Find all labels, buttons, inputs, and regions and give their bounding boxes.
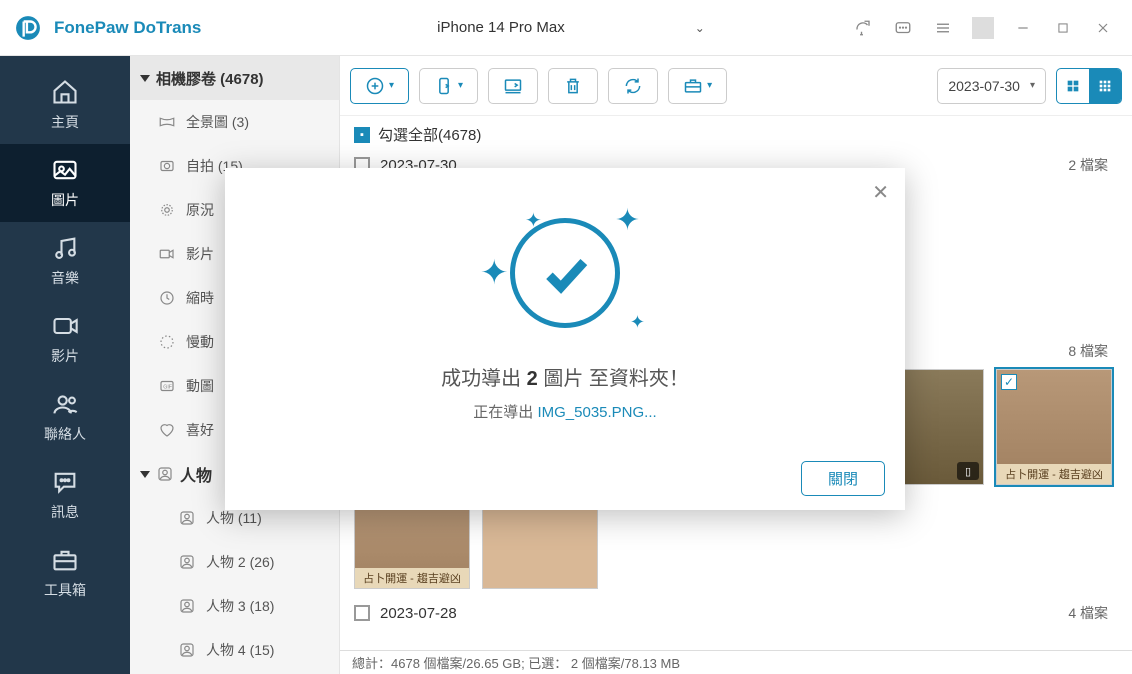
category-person-3[interactable]: 人物 3 (18) — [130, 584, 339, 628]
sidebar-item-photos[interactable]: 圖片 — [0, 144, 130, 222]
dialog-sub-message: 正在導出 IMG_5035.PNG... — [473, 401, 656, 422]
checkbox-icon[interactable] — [354, 605, 370, 621]
toolbar: ▾ ▾ ▾ 2023-07-30▾ — [340, 56, 1132, 116]
checkbox-checked-icon[interactable]: ✓ — [1001, 374, 1017, 390]
sidebar-label: 工具箱 — [44, 580, 86, 600]
file-count: 2 檔案 — [1068, 155, 1118, 175]
feedback-icon[interactable] — [852, 17, 874, 39]
date-group-row[interactable]: 2023-07-28 4 檔案 — [354, 603, 1118, 623]
date-filter[interactable]: 2023-07-30▾ — [937, 68, 1046, 104]
sidebar-item-videos[interactable]: 影片 — [0, 300, 130, 378]
sidebar: 主頁 圖片 音樂 影片 聯絡人 訊息 工具箱 — [0, 56, 130, 674]
sidebar-label: 音樂 — [51, 268, 79, 288]
checkbox-icon[interactable]: ▪ — [354, 127, 370, 143]
sidebar-label: 訊息 — [51, 502, 79, 522]
divider — [972, 17, 994, 39]
sidebar-item-contacts[interactable]: 聯絡人 — [0, 378, 130, 456]
sidebar-label: 影片 — [51, 346, 79, 366]
file-count: 8 檔案 — [1068, 341, 1118, 361]
refresh-button[interactable] — [608, 68, 658, 104]
category-person-2[interactable]: 人物 2 (26) — [130, 540, 339, 584]
sidebar-label: 主頁 — [51, 112, 79, 132]
toolbox-button[interactable]: ▾ — [668, 68, 727, 104]
export-success-dialog: ✕ ✦ ✦ ✦ ✦ 成功導出 2 圖片 至資料夾！ 正在導出 IMG_5035.… — [225, 168, 905, 510]
device-selector[interactable]: iPhone 14 Pro Max ⌄ — [413, 10, 719, 46]
view-grid-small[interactable] — [1089, 69, 1121, 103]
category-header-label: 相機膠卷 (4678) — [156, 68, 264, 89]
sidebar-item-messages[interactable]: 訊息 — [0, 456, 130, 534]
category-header[interactable]: 相機膠卷 (4678) — [130, 56, 339, 100]
category-panorama[interactable]: 全景圖 (3) — [130, 100, 339, 144]
message-icon[interactable] — [892, 17, 914, 39]
dialog-close-button[interactable]: ✕ — [872, 180, 889, 205]
sidebar-item-toolbox[interactable]: 工具箱 — [0, 534, 130, 612]
photo-thumbnail[interactable] — [482, 499, 598, 589]
photo-thumbnail[interactable]: ✓ 占卜開運 - 趨吉避凶 — [996, 369, 1112, 485]
dialog-message: 成功導出 2 圖片 至資料夾！ — [441, 362, 689, 391]
menu-icon[interactable] — [932, 17, 954, 39]
sidebar-item-music[interactable]: 音樂 — [0, 222, 130, 300]
sidebar-label: 圖片 — [51, 190, 79, 210]
file-count: 4 檔案 — [1068, 603, 1118, 623]
app-title: FonePaw DoTrans — [54, 18, 201, 38]
status-text: 總計：4678 個檔案/26.65 GB; 已選： 2 個檔案/78.13 MB — [352, 653, 680, 672]
to-device-button[interactable]: ▾ — [419, 68, 478, 104]
sidebar-label: 聯絡人 — [44, 424, 86, 444]
to-pc-button[interactable] — [488, 68, 538, 104]
photo-thumbnail[interactable]: 占卜開運 - 趨吉避凶 — [354, 499, 470, 589]
success-icon: ✦ ✦ ✦ ✦ — [475, 198, 655, 348]
select-all-label: 勾選全部(4678) — [378, 124, 481, 145]
delete-button[interactable] — [548, 68, 598, 104]
triangle-down-icon — [140, 75, 150, 82]
close-button[interactable] — [1092, 17, 1114, 39]
chevron-down-icon: ▾ — [389, 80, 394, 91]
minimize-button[interactable] — [1012, 17, 1034, 39]
triangle-down-icon — [140, 471, 150, 478]
view-toggle — [1056, 68, 1122, 104]
video-indicator-icon: ▯ — [957, 462, 979, 480]
dialog-close-confirm-button[interactable]: 關閉 — [801, 461, 885, 496]
date-label: 2023-07-28 — [380, 605, 457, 622]
chevron-down-icon: ⌄ — [695, 21, 705, 35]
sidebar-item-home[interactable]: 主頁 — [0, 66, 130, 144]
svg-text:GIF: GIF — [163, 384, 172, 390]
status-bar: 總計：4678 個檔案/26.65 GB; 已選： 2 個檔案/78.13 MB — [340, 650, 1132, 674]
select-all-row[interactable]: ▪ 勾選全部(4678) — [354, 124, 1118, 145]
add-button[interactable]: ▾ — [350, 68, 409, 104]
thumb-caption: 占卜開運 - 趨吉避凶 — [997, 464, 1111, 484]
view-grid-large[interactable] — [1057, 69, 1089, 103]
app-logo-icon — [10, 10, 46, 46]
thumb-caption: 占卜開運 - 趨吉避凶 — [355, 568, 469, 588]
maximize-button[interactable] — [1052, 17, 1074, 39]
category-person-4[interactable]: 人物 4 (15) — [130, 628, 339, 672]
device-name: iPhone 14 Pro Max — [437, 19, 565, 36]
